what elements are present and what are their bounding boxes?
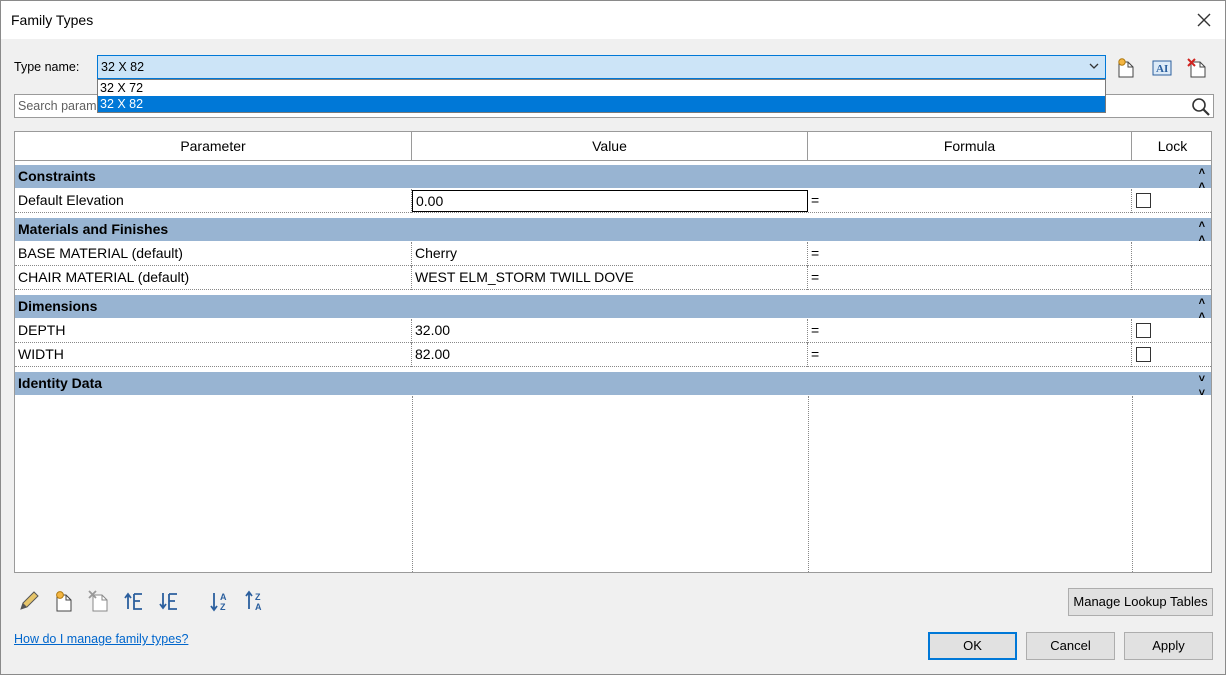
search-icon[interactable]: [1191, 97, 1211, 117]
column-header-value[interactable]: Value: [412, 132, 808, 161]
lock-checkbox[interactable]: [1136, 323, 1151, 338]
svg-text:Z: Z: [255, 592, 261, 602]
formula-cell[interactable]: =: [808, 343, 1132, 367]
family-types-dialog: Family Types Type name: 32 X 82 32 X 72 …: [0, 0, 1226, 675]
lock-cell: [1132, 319, 1211, 343]
table-row: Default Elevation 0.00 =: [15, 189, 1211, 213]
parameter-name: BASE MATERIAL (default): [15, 242, 412, 266]
svg-text:A: A: [220, 592, 227, 602]
delete-parameter-icon[interactable]: [87, 589, 111, 613]
chevron-down-icon: [1089, 63, 1099, 69]
column-header-formula[interactable]: Formula: [808, 132, 1132, 161]
column-header-parameter[interactable]: Parameter: [15, 132, 412, 161]
group-label: Identity Data: [18, 375, 103, 391]
value-cell[interactable]: WEST ELM_STORM TWILL DOVE: [412, 266, 808, 290]
move-down-icon[interactable]: [157, 589, 181, 613]
title-bar: Family Types: [1, 1, 1225, 39]
rename-type-icon[interactable]: AI: [1151, 57, 1173, 79]
column-divider: [412, 396, 413, 572]
group-header-materials[interactable]: Materials and Finishes ˄ ˄: [15, 218, 1211, 245]
type-name-dropdown: 32 X 72 32 X 82: [97, 79, 1106, 113]
type-name-label: Type name:: [14, 60, 80, 74]
new-type-icon[interactable]: [1115, 57, 1137, 79]
help-link[interactable]: How do I manage family types?: [14, 632, 188, 646]
manage-lookup-tables-button[interactable]: Manage Lookup Tables: [1068, 588, 1213, 616]
parameters-table: Parameter Value Formula Lock Constraints…: [14, 131, 1212, 573]
formula-cell[interactable]: =: [808, 266, 1132, 290]
value-input[interactable]: 0.00: [412, 190, 808, 212]
search-placeholder: Search param: [18, 99, 97, 113]
formula-cell[interactable]: =: [808, 189, 1132, 213]
dropdown-option-selected[interactable]: 32 X 82: [98, 96, 1105, 112]
parameter-name: WIDTH: [15, 343, 412, 367]
lock-cell: [1132, 266, 1211, 290]
value-cell[interactable]: Cherry: [412, 242, 808, 266]
ok-button[interactable]: OK: [928, 632, 1017, 660]
sort-ascending-icon[interactable]: A Z: [208, 589, 232, 613]
parameter-name: Default Elevation: [15, 189, 412, 213]
group-header-dimensions[interactable]: Dimensions ˄ ˄: [15, 295, 1211, 322]
lock-cell: [1132, 343, 1211, 367]
group-header-constraints[interactable]: Constraints ˄ ˄: [15, 165, 1211, 192]
svg-text:Z: Z: [220, 602, 226, 612]
edit-parameter-icon[interactable]: [17, 589, 41, 613]
dropdown-option[interactable]: 32 X 72: [98, 80, 1105, 96]
window-title: Family Types: [11, 12, 94, 28]
svg-text:AI: AI: [1156, 63, 1168, 75]
group-label: Dimensions: [18, 298, 98, 314]
cancel-button[interactable]: Cancel: [1026, 632, 1115, 660]
table-row: CHAIR MATERIAL (default) WEST ELM_STORM …: [15, 266, 1211, 290]
svg-text:A: A: [255, 602, 262, 612]
table-row: BASE MATERIAL (default) Cherry =: [15, 242, 1211, 266]
type-name-value: 32 X 82: [101, 60, 145, 74]
value-cell[interactable]: 82.00: [412, 343, 808, 367]
new-parameter-icon[interactable]: [52, 589, 76, 613]
parameter-name: CHAIR MATERIAL (default): [15, 266, 412, 290]
value-cell[interactable]: 32.00: [412, 319, 808, 343]
formula-cell[interactable]: =: [808, 319, 1132, 343]
lock-checkbox[interactable]: [1136, 193, 1151, 208]
sort-descending-icon[interactable]: Z A: [243, 589, 267, 613]
move-up-icon[interactable]: [122, 589, 146, 613]
table-row: DEPTH 32.00 =: [15, 319, 1211, 343]
column-header-lock[interactable]: Lock: [1132, 132, 1211, 161]
column-divider: [808, 396, 809, 572]
apply-button[interactable]: Apply: [1124, 632, 1213, 660]
close-icon[interactable]: [1193, 9, 1215, 31]
expand-icon[interactable]: ˅ ˅: [1199, 372, 1205, 400]
group-header-identity-data[interactable]: Identity Data ˅ ˅: [15, 372, 1211, 399]
lock-cell: [1132, 242, 1211, 266]
type-name-combo[interactable]: 32 X 82: [97, 55, 1106, 79]
table-row: WIDTH 82.00 =: [15, 343, 1211, 367]
column-divider: [1132, 396, 1133, 572]
lock-cell: [1132, 189, 1211, 213]
formula-cell[interactable]: =: [808, 242, 1132, 266]
group-label: Constraints: [18, 168, 96, 184]
parameter-name: DEPTH: [15, 319, 412, 343]
group-label: Materials and Finishes: [18, 221, 169, 237]
delete-type-icon[interactable]: [1186, 57, 1208, 79]
lock-checkbox[interactable]: [1136, 347, 1151, 362]
